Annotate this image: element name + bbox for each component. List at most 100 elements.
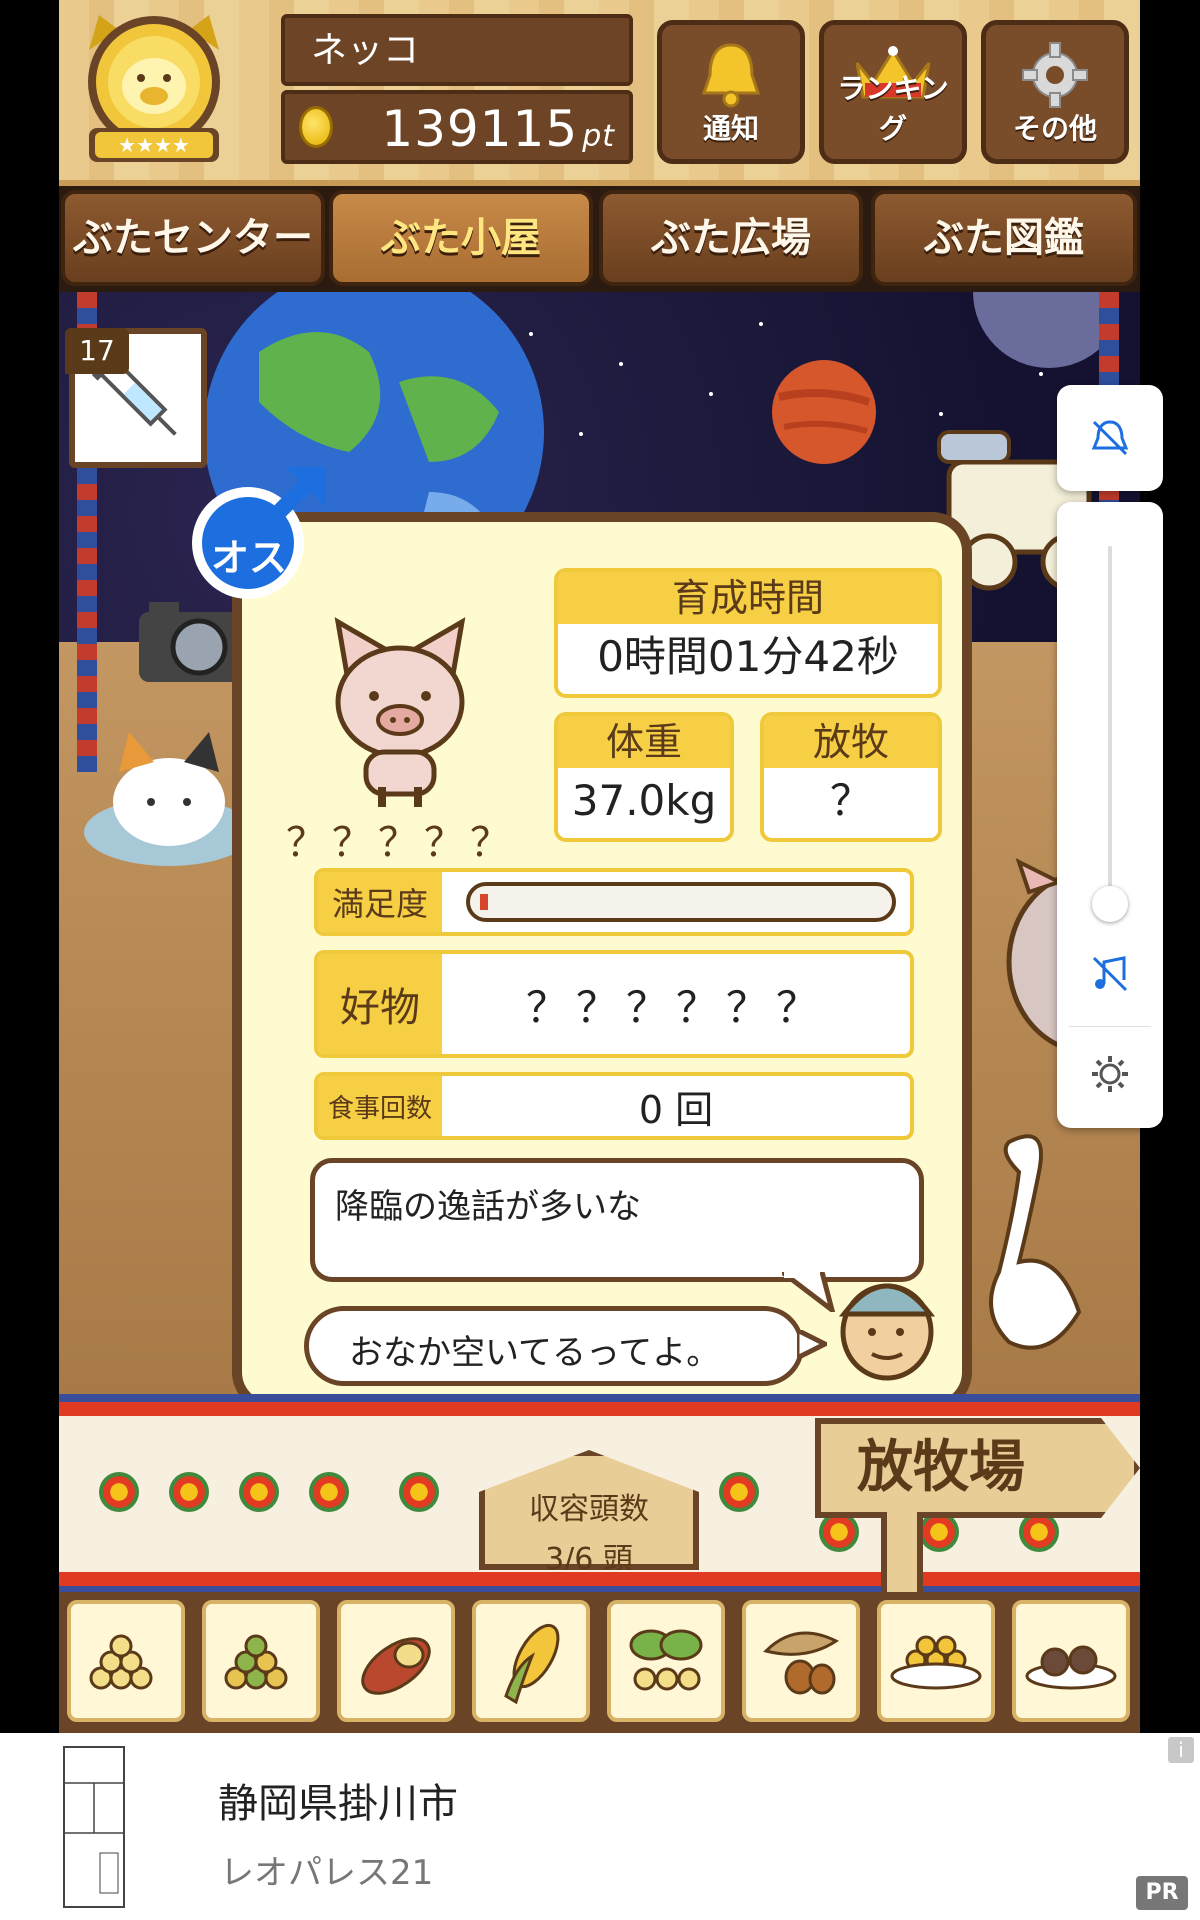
food-button-4[interactable] [472,1600,590,1722]
header-bar: ★★★★ ネッコ 139115 pt 通知 ランキング その他 [59,0,1140,186]
food-button-7[interactable] [877,1600,995,1722]
pig-name: ？？？？？ [286,820,516,866]
item-count: 17 [65,328,129,374]
floor-plan-image [63,1746,125,1908]
ad-pr-badge: PR [1136,1876,1188,1910]
hint-text: おなか空いてるってよ。 [349,1333,721,1373]
star [759,322,763,326]
moon-planet [973,292,1119,368]
truffle-plate-icon [1025,1645,1117,1690]
pig-info-panel[interactable]: ？？？？？ 育成時間 0時間01分42秒 体重 37.0kg 放牧 ？ 満足度 … [232,512,972,1412]
volume-slider-track[interactable] [1108,546,1112,906]
ranking-label: ランキング [837,72,949,145]
growth-time-box: 育成時間 0時間01分42秒 [554,568,942,698]
other-label: その他 [1012,112,1097,145]
ad-banner[interactable]: 静岡県掛川市 レオパレス21 i PR [0,1733,1200,1920]
points-display: 139115 pt [281,90,633,164]
flower-pattern [99,1472,139,1512]
settings-gear-icon[interactable] [1090,1054,1130,1094]
flower-pattern [719,1472,759,1512]
hint-bubble-tail [797,1330,827,1360]
favorite-label: 好物 [318,954,442,1054]
points-unit: pt [582,119,615,154]
acorn-icon [763,1631,839,1695]
bell-off-icon[interactable] [1090,418,1130,458]
flower-pattern [309,1472,349,1512]
volume-slider-thumb[interactable] [1092,886,1128,922]
tab-buta-plaza[interactable]: ぶた広場 [599,190,863,286]
divider [1069,1026,1151,1027]
sweet-potato-icon [361,1637,431,1695]
ranking-button[interactable]: ランキング [819,20,967,164]
flower-pattern [819,1512,859,1552]
satisfaction-label: 満足度 [318,872,442,932]
weight-box: 体重 37.0kg [554,712,734,842]
notify-button[interactable]: 通知 [657,20,805,164]
ad-info-icon[interactable]: i [1168,1737,1194,1763]
message-text: 降臨の逸話が多いな [335,1187,641,1227]
flower-pattern [239,1472,279,1512]
game-screen: ★★★★ ネッコ 139115 pt 通知 ランキング その他 ぶたセンター ぶ… [59,0,1140,1733]
satisfaction-meter-fill [480,894,488,910]
grazing-box: 放牧 ？ [760,712,942,842]
meal-count-label: 食事回数 [318,1076,442,1136]
grazing-value: ？ [829,776,872,825]
coin-icon [299,106,333,148]
mars-planet [772,360,876,464]
flower-pattern [399,1472,439,1512]
food-button-6[interactable] [742,1600,860,1722]
star [579,432,583,436]
food-button-1[interactable] [67,1600,185,1722]
weight-value: 37.0kg [571,776,717,825]
meal-count-row: 食事回数 0 回 [314,1072,914,1140]
player-name: ネッコ [281,14,633,86]
food-button-3[interactable] [337,1600,455,1722]
other-button[interactable]: その他 [981,20,1129,164]
flower-pattern [169,1472,209,1512]
satisfaction-row: 満足度 [314,868,914,936]
weight-label: 体重 [558,716,730,768]
farmer-icon [838,1283,936,1381]
grazing-label: 放牧 [764,716,938,768]
tab-buta-hut[interactable]: ぶた小屋 [329,190,593,286]
meal-count-value: 0 回 [638,1087,714,1132]
flower-pattern [919,1512,959,1552]
grain-pile-icon [89,1634,153,1690]
rank-badge-icon[interactable]: ★★★★ [79,10,229,170]
main-tab-bar: ぶたセンター ぶた小屋 ぶた広場 ぶた図鑑 [59,186,1140,292]
favorite-value: ？？？？？？ [525,982,826,1032]
food-button-2[interactable] [202,1600,320,1722]
growth-time-value: 0時間01分42秒 [597,632,899,681]
food-tray [59,1592,1140,1733]
music-off-icon[interactable] [1090,954,1130,994]
ringer-panel [1057,385,1163,491]
vegetables-icon [629,1629,703,1691]
star [709,392,713,396]
bell-icon [662,39,800,111]
favorite-row: 好物 ？？？？？？ [314,950,914,1058]
corn-icon [504,1623,560,1705]
tab-buta-encyclopedia[interactable]: ぶた図鑑 [871,190,1137,286]
star [619,362,623,366]
food-button-8[interactable] [1012,1600,1130,1722]
star [1039,372,1043,376]
tab-buta-center[interactable]: ぶたセンター [61,190,325,286]
star [939,412,943,416]
growth-time-label: 育成時間 [558,572,938,624]
points-value: 139115 [381,100,579,158]
mixed-grain-icon [224,1634,288,1690]
gender-badge: オス [186,455,336,605]
capacity-label: 収容頭数 [529,1492,649,1527]
pasture-button[interactable]: 放牧場 [815,1418,1140,1518]
swan-character [989,1134,1082,1350]
volume-panel [1057,502,1163,1128]
gender-label: オス [210,536,287,580]
signpost-pole [881,1512,923,1592]
ad-subtitle[interactable]: レオパレス21 [220,1845,433,1894]
gear-icon [986,39,1124,111]
ad-title[interactable]: 静岡県掛川市 [218,1771,458,1829]
grain-bowl-icon [890,1635,982,1690]
satisfaction-meter [466,882,896,922]
pig-portrait [334,617,466,807]
food-button-5[interactable] [607,1600,725,1722]
